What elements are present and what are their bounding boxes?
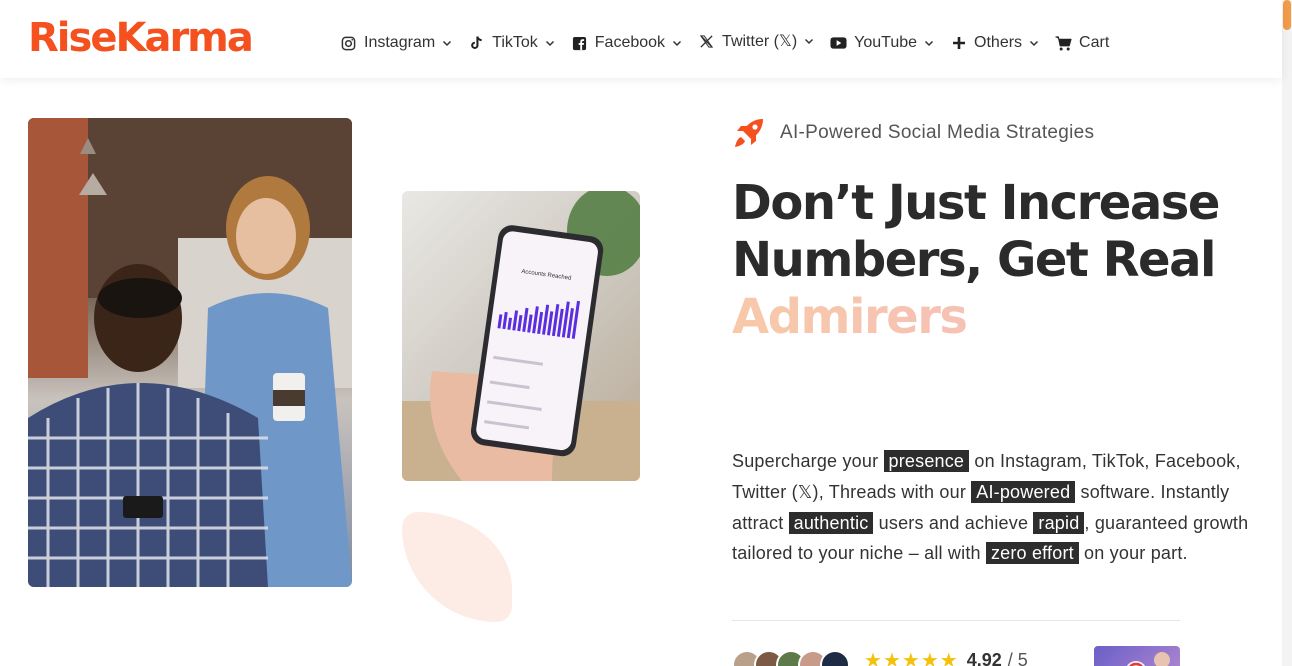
decorative-blob (402, 512, 512, 622)
star-icon: ★ (882, 650, 901, 666)
brand-logo[interactable]: RiseKarma (28, 14, 254, 62)
star-icon: ★ (920, 650, 939, 666)
x-twitter-icon (698, 33, 715, 50)
tagline-text: AI-Powered Social Media Strategies (780, 122, 1095, 143)
nav-item-tiktok[interactable]: TikTok (468, 30, 555, 56)
headline-accent: Admirers (732, 289, 1252, 346)
nav-label: YouTube (854, 34, 918, 51)
rocket-icon (735, 119, 763, 147)
page-scrollbar[interactable] (1282, 0, 1292, 666)
rating-max: / 5 (1007, 650, 1028, 666)
rating: ★ ★ ★ ★ ★ 4.92 / 5 (864, 648, 1028, 666)
scrollbar-thumb[interactable] (1283, 0, 1291, 30)
nav-item-facebook[interactable]: Facebook (571, 30, 682, 56)
nav-label: Facebook (594, 34, 666, 51)
desc-highlight: authentic (788, 511, 874, 534)
chevron-down-icon (545, 38, 555, 48)
customer-avatars (732, 650, 850, 666)
headline-line-1: Don’t Just Increase (732, 175, 1220, 231)
youtube-icon (830, 35, 847, 52)
hero-tagline: AI-Powered Social Media Strategies (732, 116, 1094, 150)
facebook-icon (571, 35, 588, 52)
desc-text: users and achieve (873, 512, 1034, 533)
desc-highlight: presence (883, 450, 970, 472)
main-nav: Instagram TikTok Facebook Twitter (𝕏) Yo… (340, 30, 1125, 56)
desc-highlight: rapid (1033, 511, 1085, 534)
headline-line-2: Numbers, Get Real (732, 232, 1216, 288)
hero-description: Supercharge your presence on Instagram, … (732, 446, 1252, 569)
nav-item-youtube[interactable]: YouTube (830, 30, 934, 56)
chevron-down-icon (442, 38, 452, 48)
tiktok-icon (468, 35, 485, 52)
desc-highlight: AI-powered (971, 480, 1076, 503)
star-icon: ★ (864, 650, 882, 666)
chevron-down-icon (1029, 38, 1039, 48)
desc-highlight: zero effort (985, 542, 1079, 565)
nav-label: TikTok (492, 34, 538, 51)
star-icon: ★ (939, 650, 958, 666)
nav-label: Twitter (𝕏) (722, 33, 798, 50)
avatar (820, 650, 850, 666)
hero-photo-phone-analytics: Accounts Reached (402, 191, 640, 481)
desc-text: on your part. (1078, 543, 1188, 564)
nav-label: Instagram (364, 34, 436, 51)
plus-icon (950, 35, 967, 52)
rating-value: 4.92 (966, 650, 1002, 666)
instagram-icon (340, 35, 357, 52)
chevron-down-icon (672, 38, 682, 48)
cart-icon (1055, 35, 1072, 52)
desc-text: Supercharge your (732, 451, 884, 471)
hero-photo-people (28, 118, 352, 587)
nav-item-cart[interactable]: Cart (1055, 30, 1109, 56)
nav-item-twitter[interactable]: Twitter (𝕏) (698, 28, 814, 54)
chevron-down-icon (924, 38, 934, 48)
nav-item-others[interactable]: Others (950, 30, 1039, 56)
hero-headline: Don’t Just Increase Numbers, Get Real Ad… (732, 175, 1252, 346)
nav-label: Others (974, 34, 1023, 51)
chevron-down-icon (804, 36, 814, 46)
nav-label: Cart (1079, 34, 1110, 51)
section-divider (732, 620, 1180, 621)
star-icon: ★ (901, 650, 920, 666)
nav-item-instagram[interactable]: Instagram (340, 30, 452, 56)
video-thumbnail[interactable] (1094, 646, 1180, 666)
site-header: RiseKarma Instagram TikTok Facebook Twit… (0, 0, 1282, 78)
